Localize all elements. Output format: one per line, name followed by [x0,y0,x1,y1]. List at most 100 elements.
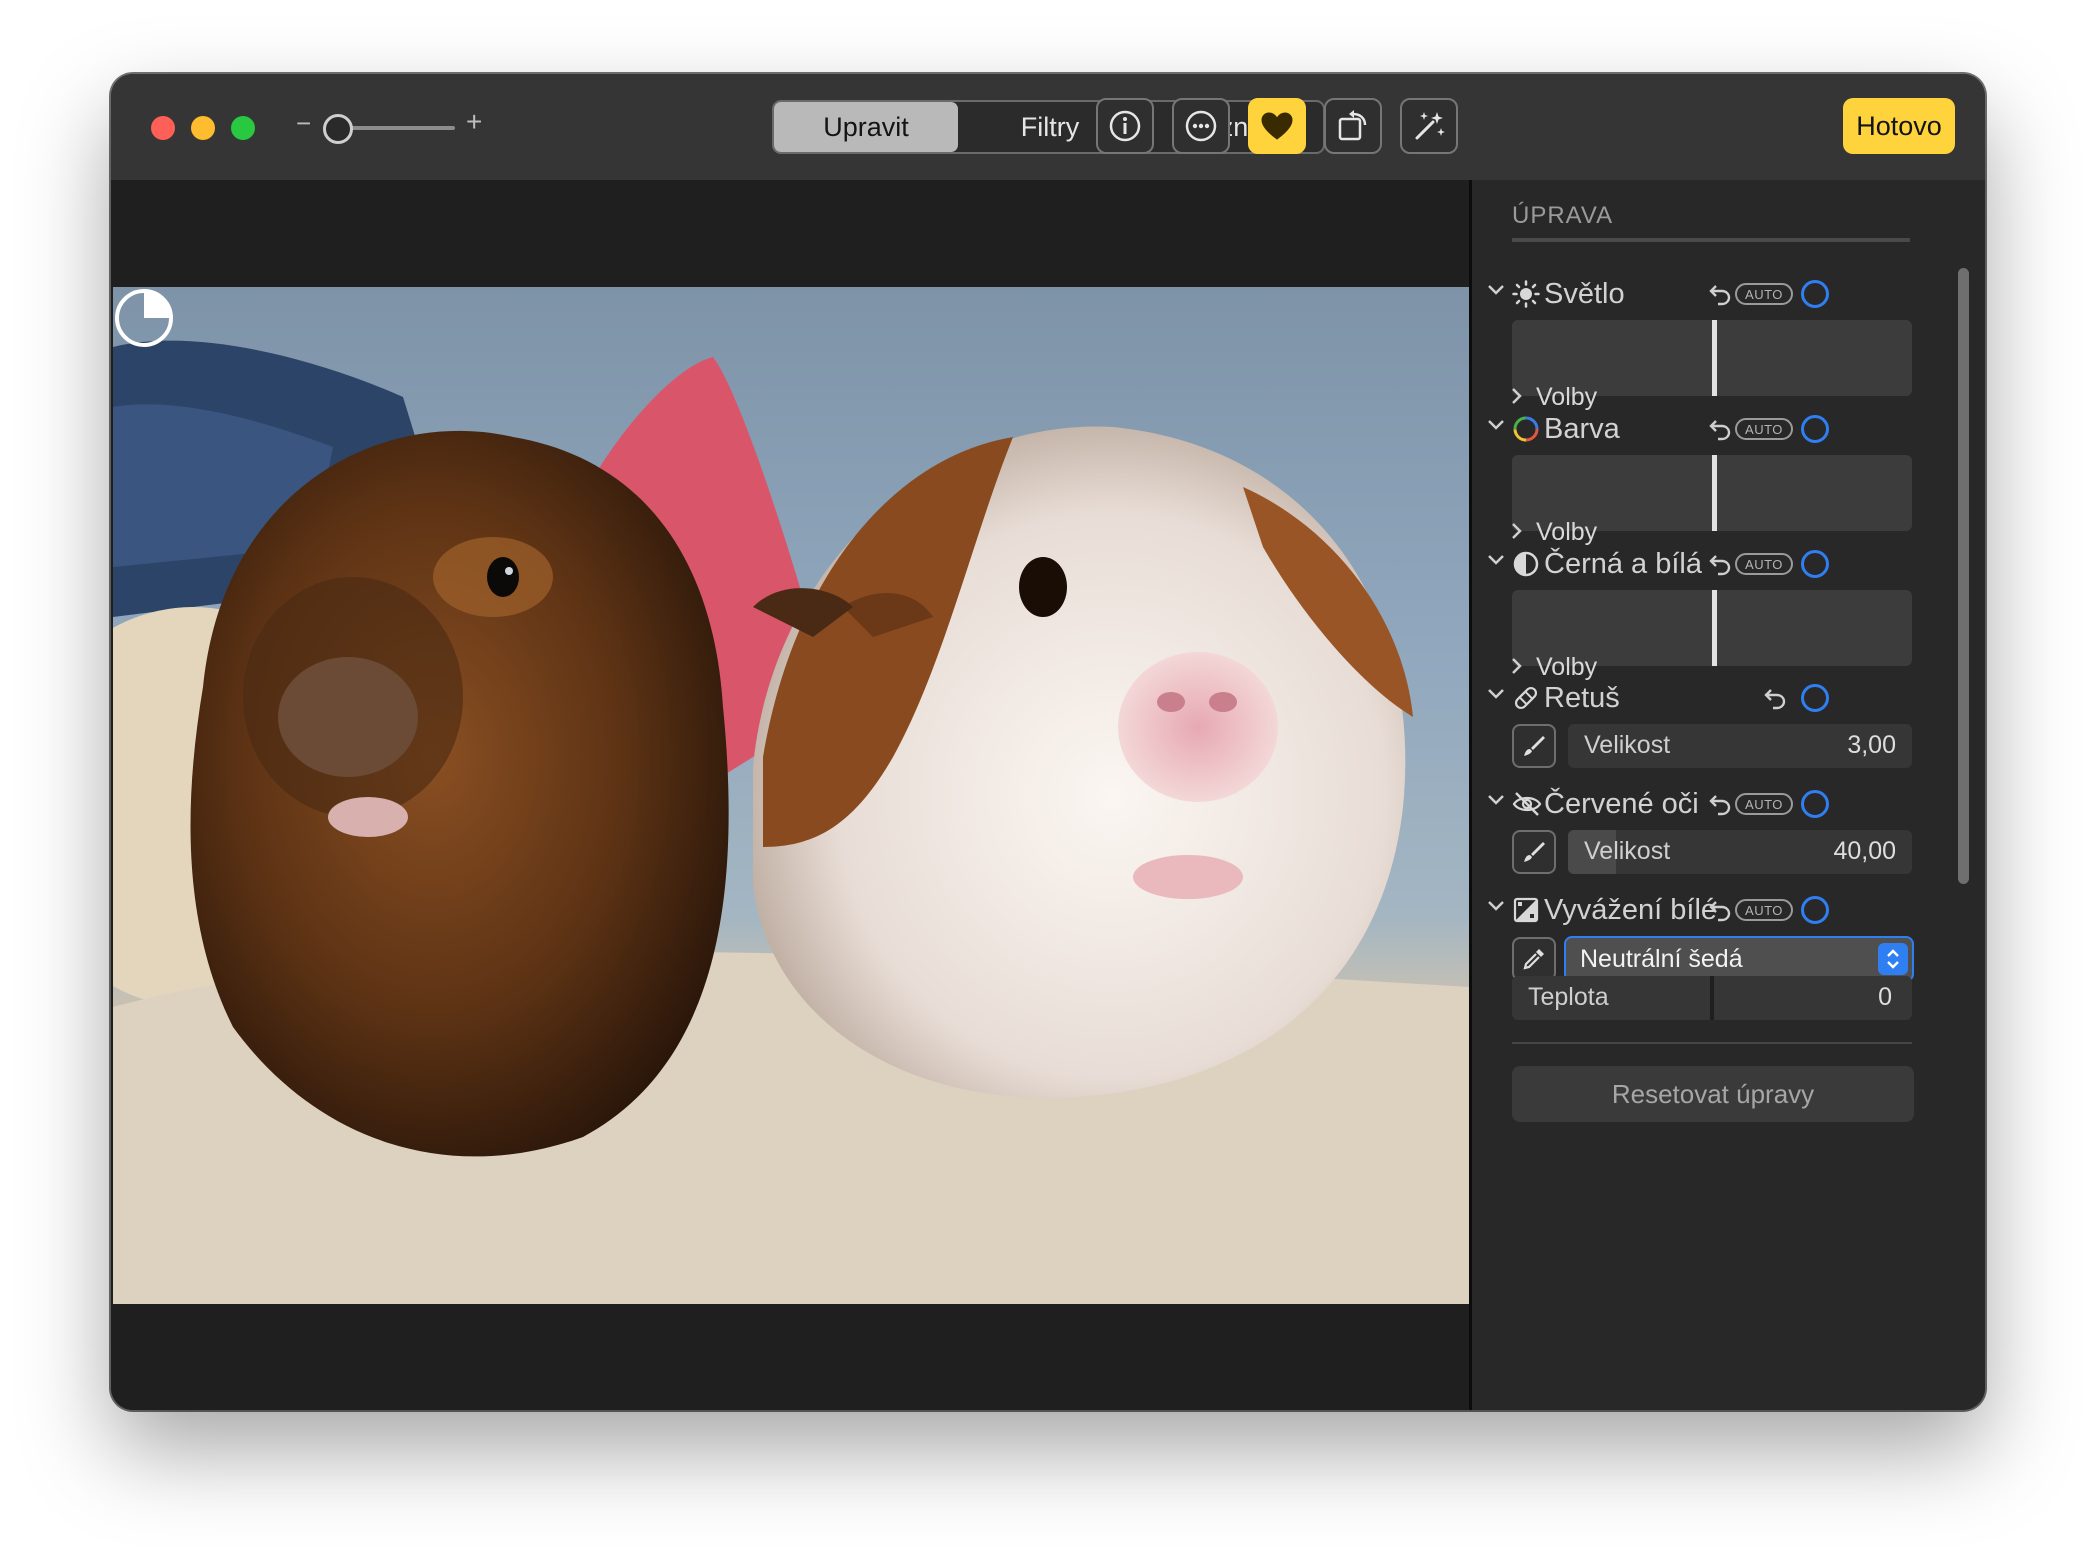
temperature-slider[interactable]: Teplota 0 [1512,976,1912,1020]
undo-icon[interactable] [1708,792,1732,816]
photo-illustration [113,340,1469,1304]
redeye-brush-button[interactable] [1512,830,1556,874]
sidebar-separator [1512,1042,1912,1044]
zoom-slider-knob[interactable] [323,114,353,144]
retouch-size-slider[interactable]: Velikost 3,00 [1568,724,1912,768]
auto-button[interactable]: AUTO [1735,899,1793,921]
slider-marker[interactable] [1712,590,1717,666]
auto-button[interactable]: AUTO [1735,283,1793,305]
undo-icon[interactable] [1708,898,1732,922]
enable-toggle[interactable] [1801,896,1829,924]
sidebar-title-underline [1512,238,1910,242]
section-color-header[interactable]: Barva AUTO [1472,411,1932,451]
chevron-down-icon[interactable] [1486,550,1506,570]
chevron-down-icon[interactable] [1486,415,1506,435]
rotate-icon [1338,110,1367,141]
info-button[interactable] [1096,98,1154,154]
bw-options[interactable]: Volby [1510,653,1597,682]
section-retouch-header[interactable]: Retuš [1472,680,1932,720]
light-options[interactable]: Volby [1510,383,1597,412]
size-value: 3,00 [1847,731,1896,759]
edit-mode-segmented-control: Upravit Filtry Oříznout [772,100,1325,154]
title-bar: − + Upravit Filtry Oříznout Hotovo [111,74,1985,182]
color-ring-icon [1513,416,1539,442]
white-balance-icon [1513,897,1539,923]
chevron-down-icon[interactable] [1486,896,1506,916]
temperature-value: 0 [1878,983,1892,1011]
color-options[interactable]: Volby [1510,518,1597,547]
bandage-icon [1514,686,1538,710]
chevron-down-icon[interactable] [1486,684,1506,704]
rotate-button[interactable] [1324,98,1382,154]
auto-enhance-button[interactable] [1400,98,1458,154]
chevron-right-icon [1512,658,1522,674]
undo-icon[interactable] [1708,417,1732,441]
section-redeye-header[interactable]: Červené oči AUTO [1472,786,1932,826]
reset-adjustments-button[interactable]: Resetovat úpravy [1512,1066,1914,1122]
section-redeye-label: Červené oči [1544,788,1699,820]
sidebar-title: ÚPRAVA [1512,202,1614,229]
photo-preview[interactable] [113,287,1469,1304]
chevron-right-icon [1512,388,1522,404]
section-light-label: Světlo [1544,278,1625,310]
chevron-right-icon [1512,523,1522,539]
sun-icon [1512,280,1540,308]
zoom-in-icon[interactable]: + [466,106,482,138]
section-wb-label: Vyvážení bílé [1544,894,1718,926]
section-bw-header[interactable]: Černá a bílá AUTO [1472,546,1932,586]
undo-icon[interactable] [1763,686,1787,710]
auto-button[interactable]: AUTO [1735,793,1793,815]
section-color-label: Barva [1544,413,1620,445]
undo-icon[interactable] [1708,282,1732,306]
enable-toggle[interactable] [1801,550,1829,578]
more-icon [1185,110,1217,142]
chevron-down-icon[interactable] [1486,280,1506,300]
eyedropper-icon [1523,949,1544,970]
heart-icon [1261,112,1293,140]
brush-icon [1524,736,1545,756]
fullscreen-window-button[interactable] [231,116,255,140]
redeye-size-slider[interactable]: Velikost 40,00 [1568,830,1912,874]
size-label: Velikost [1584,837,1671,865]
photo-canvas-area [111,180,1469,1410]
info-icon [1109,110,1141,142]
more-button[interactable] [1172,98,1230,154]
options-label: Volby [1536,653,1598,681]
minimize-window-button[interactable] [191,116,215,140]
eyedropper-button[interactable] [1512,937,1556,981]
undo-icon[interactable] [1708,552,1732,576]
done-button[interactable]: Hotovo [1843,98,1955,154]
enable-toggle[interactable] [1801,415,1829,443]
section-wb-header[interactable]: Vyvážení bílé AUTO [1472,892,1932,932]
section-bw-label: Černá a bílá [1544,548,1702,580]
auto-button[interactable]: AUTO [1735,553,1793,575]
slider-marker[interactable] [1712,455,1717,531]
half-circle-icon [1513,551,1539,577]
brush-icon [1524,842,1545,862]
enable-toggle[interactable] [1801,684,1829,712]
section-retouch-label: Retuš [1544,682,1620,714]
tab-edit[interactable]: Upravit [774,102,958,152]
adjust-sidebar: ÚPRAVA Světlo AUTO Volby Barva AUTO Volb… [1472,180,1985,1410]
auto-button[interactable]: AUTO [1735,418,1793,440]
temperature-label: Teplota [1528,983,1609,1011]
size-value: 40,00 [1833,837,1896,865]
slider-marker[interactable] [1712,320,1717,396]
wb-mode-value: Neutrální šedá [1580,945,1743,973]
favorite-button[interactable] [1248,98,1306,154]
enable-toggle[interactable] [1801,790,1829,818]
options-label: Volby [1536,383,1598,411]
sidebar-scrollbar[interactable] [1958,268,1969,884]
zoom-out-icon[interactable]: − [296,108,311,139]
retouch-brush-button[interactable] [1512,724,1556,768]
close-window-button[interactable] [151,116,175,140]
section-light-header[interactable]: Světlo AUTO [1472,276,1932,316]
chevron-down-icon[interactable] [1486,790,1506,810]
slider-marker[interactable] [1710,976,1714,1020]
select-arrows-icon [1878,943,1908,975]
photos-edit-window: − + Upravit Filtry Oříznout Hotovo ÚPRAV… [111,74,1985,1410]
enable-toggle[interactable] [1801,280,1829,308]
compare-original-icon[interactable] [113,287,175,349]
size-label: Velikost [1584,731,1671,759]
magic-wand-icon [1415,112,1445,140]
